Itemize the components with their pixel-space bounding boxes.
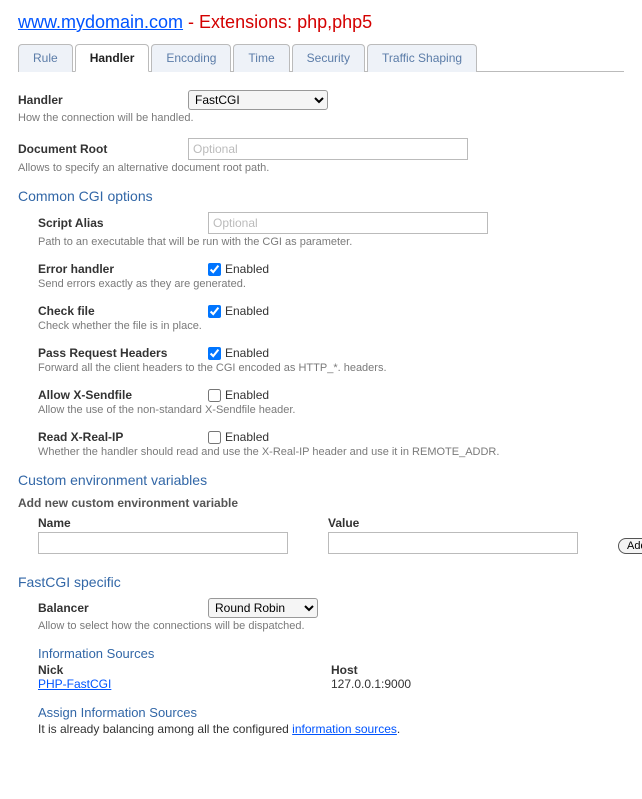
assign-text: It is already balancing among all the co… [38, 722, 624, 736]
info-nick-header: Nick [38, 663, 331, 677]
read-xrealip-label: Read X-Real-IP [38, 430, 208, 444]
assign-link[interactable]: information sources [292, 722, 397, 736]
title-extensions: Extensions: php,php5 [199, 12, 372, 32]
assign-text-b: . [397, 722, 400, 736]
info-host-value: 127.0.0.1:9000 [331, 677, 624, 691]
section-fastcgi: FastCGI specific [18, 574, 624, 590]
tab-security[interactable]: Security [292, 44, 365, 72]
section-info-sources: Information Sources [38, 646, 624, 661]
pass-headers-checkbox[interactable] [208, 347, 221, 360]
balancer-select[interactable]: Round Robin [208, 598, 318, 618]
env-value-label: Value [328, 516, 578, 530]
tab-rule[interactable]: Rule [18, 44, 73, 72]
env-name-label: Name [38, 516, 288, 530]
handler-help: How the connection will be handled. [18, 112, 624, 124]
allow-xsendfile-checkbox[interactable] [208, 389, 221, 402]
handler-label: Handler [18, 93, 188, 107]
docroot-input[interactable] [188, 138, 468, 160]
tabs: Rule Handler Encoding Time Security Traf… [18, 43, 624, 72]
tab-encoding[interactable]: Encoding [151, 44, 231, 72]
docroot-label: Document Root [18, 142, 188, 156]
section-cgi: Common CGI options [18, 188, 624, 204]
page-title: www.mydomain.com - Extensions: php,php5 [18, 12, 624, 33]
balancer-help: Allow to select how the connections will… [38, 620, 624, 632]
pass-headers-checklabel: Enabled [225, 346, 269, 360]
read-xrealip-checkbox[interactable] [208, 431, 221, 444]
docroot-help: Allows to specify an alternative documen… [18, 162, 624, 174]
env-name-input[interactable] [38, 532, 288, 554]
env-value-input[interactable] [328, 532, 578, 554]
allow-xsendfile-help: Allow the use of the non-standard X-Send… [38, 404, 624, 416]
script-alias-input[interactable] [208, 212, 488, 234]
title-separator: - [183, 12, 199, 32]
allow-xsendfile-label: Allow X-Sendfile [38, 388, 208, 402]
info-nick-link[interactable]: PHP-FastCGI [38, 677, 111, 691]
pass-headers-label: Pass Request Headers [38, 346, 208, 360]
read-xrealip-help: Whether the handler should read and use … [38, 446, 624, 458]
error-handler-checklabel: Enabled [225, 262, 269, 276]
add-button[interactable]: Add [618, 538, 642, 554]
domain-link[interactable]: www.mydomain.com [18, 12, 183, 32]
script-alias-label: Script Alias [38, 216, 208, 230]
pass-headers-help: Forward all the client headers to the CG… [38, 362, 624, 374]
tab-handler[interactable]: Handler [75, 44, 150, 72]
section-assign: Assign Information Sources [38, 705, 624, 720]
allow-xsendfile-checklabel: Enabled [225, 388, 269, 402]
info-host-header: Host [331, 663, 624, 677]
tab-time[interactable]: Time [233, 44, 289, 72]
check-file-label: Check file [38, 304, 208, 318]
assign-text-a: It is already balancing among all the co… [38, 722, 292, 736]
error-handler-checkbox[interactable] [208, 263, 221, 276]
error-handler-help: Send errors exactly as they are generate… [38, 278, 624, 290]
error-handler-label: Error handler [38, 262, 208, 276]
section-env: Custom environment variables [18, 472, 624, 488]
check-file-help: Check whether the file is in place. [38, 320, 624, 332]
env-subtitle: Add new custom environment variable [18, 496, 624, 510]
read-xrealip-checklabel: Enabled [225, 430, 269, 444]
check-file-checkbox[interactable] [208, 305, 221, 318]
handler-select[interactable]: FastCGI [188, 90, 328, 110]
balancer-label: Balancer [38, 601, 208, 615]
check-file-checklabel: Enabled [225, 304, 269, 318]
script-alias-help: Path to an executable that will be run w… [38, 236, 624, 248]
tab-traffic-shaping[interactable]: Traffic Shaping [367, 44, 477, 72]
